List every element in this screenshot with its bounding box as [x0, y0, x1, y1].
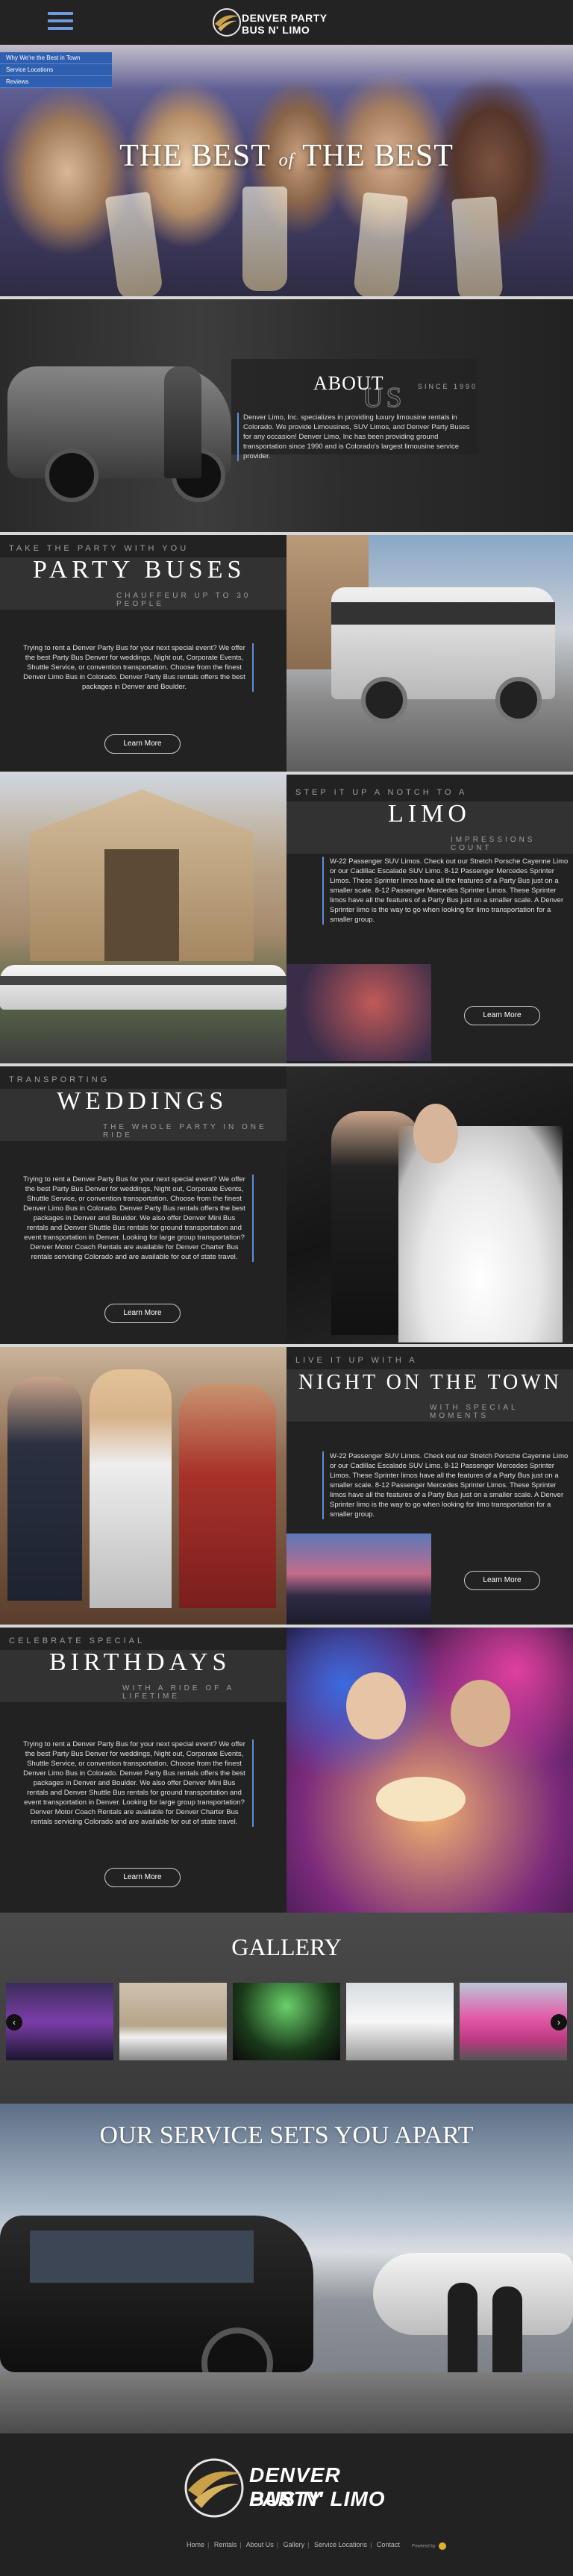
birthdays-subtitle: WITH A RIDE OF A LIFETIME	[122, 1684, 234, 1701]
hero-title: THE BEST of THE BEST	[119, 139, 454, 173]
limo-subtitle: IMPRESSIONS COUNT	[451, 836, 536, 852]
weddings-title: WEDDINGS	[57, 1087, 228, 1115]
logo-line2: BUS N' LIMO	[242, 24, 310, 36]
weddings-section: TRANSPORTING WEDDINGS THE WHOLE PARTY IN…	[0, 1066, 573, 1344]
limo-section: STEP IT UP A NOTCH TO A LIMO IMPRESSIONS…	[0, 775, 573, 1063]
footer-link-contact[interactable]: Contact	[377, 2541, 400, 2548]
limo-eyebrow: STEP IT UP A NOTCH TO A	[295, 788, 468, 797]
party-buses-learn-more-button[interactable]: Learn More	[104, 734, 181, 754]
night-eyebrow: LIVE IT UP WITH A	[295, 1356, 418, 1365]
menu-hamburger-icon[interactable]	[48, 12, 73, 31]
service-title: OUR SERVICE SETS YOU APART	[99, 2122, 474, 2149]
wedding-couple-image	[286, 1066, 573, 1344]
gallery-next-button[interactable]: ›	[551, 2014, 567, 2031]
gallery-thumb-3[interactable]	[233, 1983, 340, 2060]
mansion-limo-image	[0, 775, 286, 1063]
party-buses-panel: TAKE THE PARTY WITH YOU PARTY BUSES CHAU…	[0, 535, 286, 772]
menu-item-reviews[interactable]: Reviews	[0, 76, 112, 88]
footer-logo-line2: BUS N' LIMO	[249, 2487, 386, 2510]
site-logo[interactable]: DENVER PARTY BUS N' LIMO	[212, 4, 361, 40]
menu-item-why-best[interactable]: Why We're the Best in Town	[0, 52, 112, 64]
footer-link-service-locations[interactable]: Service Locations	[314, 2541, 367, 2548]
site-footer: DENVER PARTY BUS N' LIMO Home | Rentals | …	[0, 2433, 573, 2576]
site-header: DENVER PARTY BUS N' LIMO	[0, 0, 573, 45]
logo-line1: DENVER PARTY	[242, 12, 328, 24]
party-buses-section: TAKE THE PARTY WITH YOU PARTY BUSES CHAU…	[0, 535, 573, 772]
logo-swoosh-icon	[213, 8, 241, 37]
party-buses-title: PARTY BUSES	[33, 556, 246, 584]
birthdays-eyebrow: CELEBRATE SPECIAL	[9, 1636, 145, 1645]
night-subtitle: WITH SPECIAL MOMENTS	[430, 1404, 519, 1420]
weddings-panel: TRANSPORTING WEDDINGS THE WHOLE PARTY IN…	[0, 1066, 286, 1344]
birthdays-panel: CELEBRATE SPECIAL BIRTHDAYS WITH A RIDE …	[0, 1628, 286, 1913]
chauffeur-image	[164, 366, 201, 478]
about-section: US ABOUT SINCE 1990 Denver Limo, Inc. sp…	[0, 299, 573, 532]
footer-logo[interactable]: DENVER PARTY BUS N' LIMO	[182, 2456, 398, 2518]
powered-by[interactable]: Powered by	[412, 2542, 447, 2550]
footer-logo-swoosh-icon	[184, 2458, 244, 2518]
night-learn-more-button[interactable]: Learn More	[464, 1571, 540, 1590]
footer-link-about[interactable]: About Us	[246, 2541, 274, 2548]
limo-learn-more-button[interactable]: Learn More	[464, 1006, 540, 1025]
weddings-eyebrow: TRANSPORTING	[9, 1075, 110, 1084]
limo-panel: STEP IT UP A NOTCH TO A LIMO IMPRESSIONS…	[286, 775, 573, 1063]
about-since: SINCE 1990	[418, 383, 478, 390]
gallery-section: GALLERY ‹ ›	[0, 1913, 573, 2104]
about-title: ABOUT	[313, 372, 384, 394]
service-section: OUR SERVICE SETS YOU APART	[0, 2104, 573, 2433]
gallery-thumb-4[interactable]	[346, 1983, 454, 2060]
footer-link-home[interactable]: Home	[187, 2541, 204, 2548]
limo-text: W-22 Passenger SUV Limos. Check out our …	[322, 857, 569, 925]
gallery-title: GALLERY	[231, 1933, 342, 1960]
weddings-subtitle: THE WHOLE PARTY IN ONE RIDE	[103, 1123, 267, 1139]
footer-link-gallery[interactable]: Gallery	[284, 2541, 305, 2548]
birthdays-text: Trying to rent a Denver Party Bus for yo…	[22, 1739, 254, 1827]
party-buses-eyebrow: TAKE THE PARTY WITH YOU	[9, 544, 190, 553]
party-buses-subtitle: CHAUFFEUR UP TO 30 PEOPLE	[116, 592, 251, 608]
night-panel: LIVE IT UP WITH A NIGHT ON THE TOWN WITH…	[286, 1347, 573, 1625]
night-text: W-22 Passenger SUV Limos. Check out our …	[322, 1451, 569, 1519]
birthdays-learn-more-button[interactable]: Learn More	[104, 1868, 181, 1887]
night-out-group-image	[0, 1347, 286, 1625]
night-title: NIGHT ON THE TOWN	[298, 1371, 562, 1394]
birthday-party-image	[286, 1628, 573, 1913]
party-bus-image	[286, 535, 573, 772]
birthdays-title: BIRTHDAYS	[49, 1648, 231, 1676]
footer-link-rentals[interactable]: Rentals	[214, 2541, 237, 2548]
limo-title: LIMO	[388, 800, 471, 828]
weddings-text: Trying to rent a Denver Party Bus for yo…	[22, 1175, 254, 1262]
gallery-prev-button[interactable]: ‹	[6, 2014, 22, 2031]
dropdown-menu: Why We're the Best in Town Service Locat…	[0, 52, 112, 88]
gallery-thumb-2[interactable]	[119, 1983, 227, 2060]
night-section: LIVE IT UP WITH A NIGHT ON THE TOWN WITH…	[0, 1347, 573, 1625]
menu-item-service-locations[interactable]: Service Locations	[0, 64, 112, 76]
footer-nav: Home | Rentals | About Us | Gallery | Servic…	[187, 2541, 400, 2548]
weddings-learn-more-button[interactable]: Learn More	[104, 1304, 181, 1323]
birthdays-section: CELEBRATE SPECIAL BIRTHDAYS WITH A RIDE …	[0, 1628, 573, 1913]
limo-interior-image	[286, 964, 431, 1061]
powered-by-logo-icon	[439, 2542, 447, 2550]
about-text: Denver Limo, Inc. specializes in providi…	[237, 413, 475, 461]
party-buses-text: Trying to rent a Denver Party Bus for yo…	[22, 643, 254, 692]
city-skyline-image	[286, 1534, 431, 1623]
